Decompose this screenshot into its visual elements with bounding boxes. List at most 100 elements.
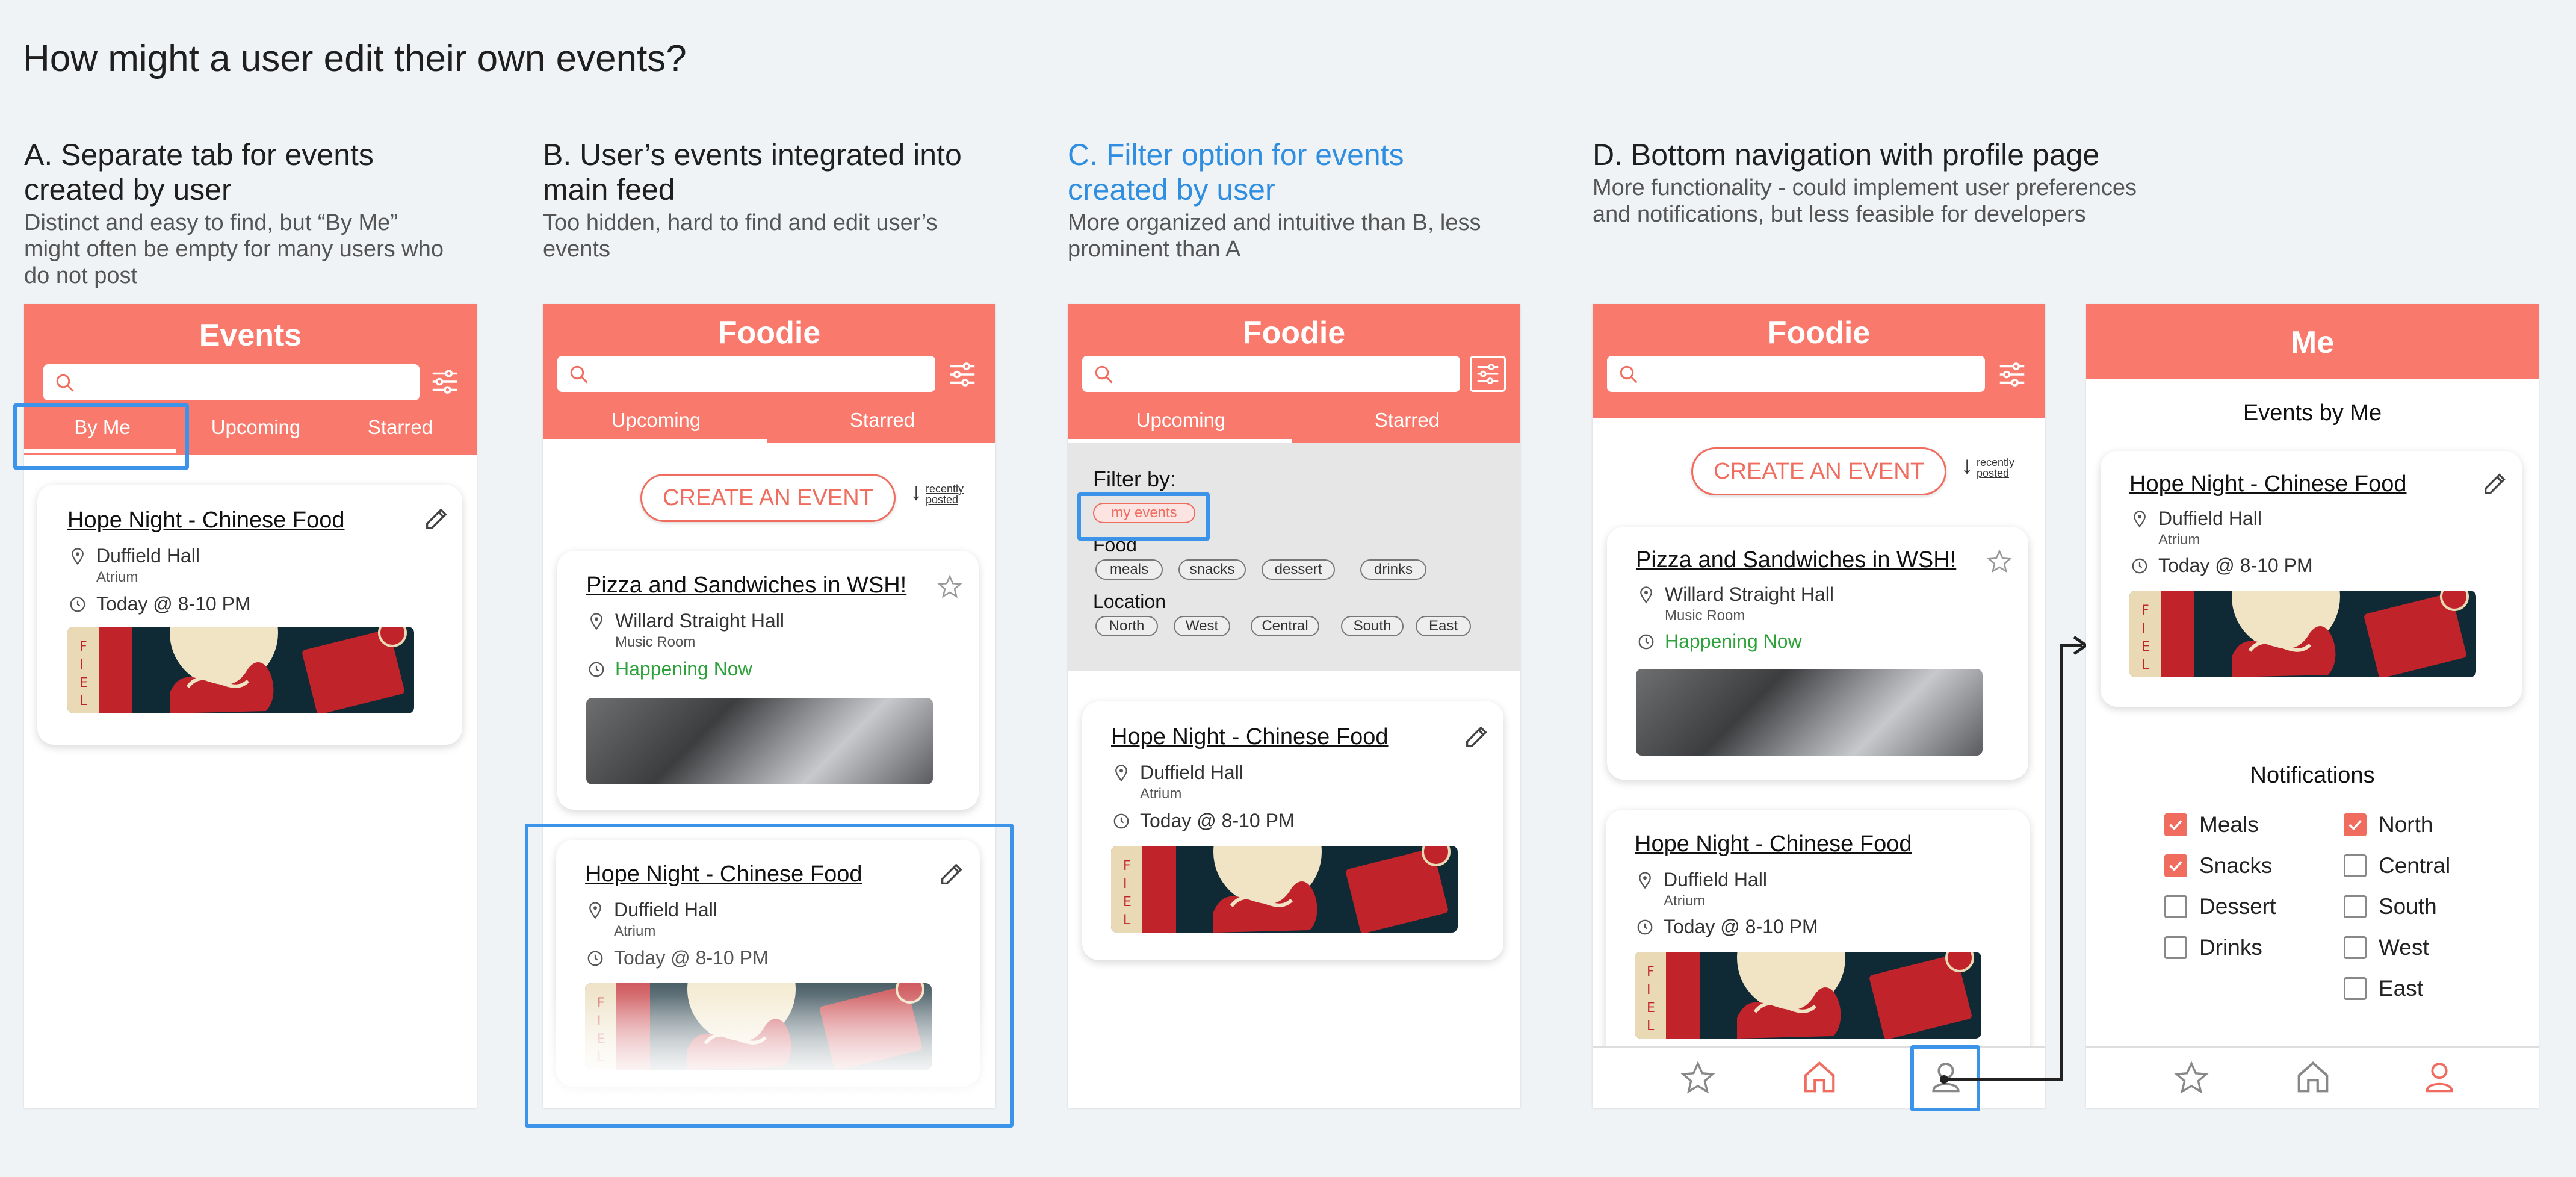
sort-recently[interactable]: recently bbox=[1977, 457, 2014, 468]
event-poster-image bbox=[1111, 846, 1458, 933]
chip-snacks[interactable]: snacks bbox=[1178, 559, 1246, 580]
checkbox-meals[interactable] bbox=[2164, 813, 2187, 836]
clock-icon bbox=[2132, 558, 2147, 574]
event-card[interactable]: Pizza and Sandwiches in WSH! Willard Str… bbox=[557, 551, 979, 810]
bottom-navigation bbox=[2086, 1046, 2539, 1108]
event-room: Atrium bbox=[2158, 532, 2200, 548]
chip-dessert[interactable]: dessert bbox=[1262, 559, 1335, 580]
chip-north[interactable]: North bbox=[1095, 616, 1158, 636]
highlight-integrated-event bbox=[525, 824, 1014, 1128]
star-icon[interactable] bbox=[1986, 548, 2013, 575]
event-card[interactable]: Hope Night - Chinese Food Duffield Hall … bbox=[37, 485, 462, 745]
option-b-title: B. User’s events integrated into main fe… bbox=[543, 138, 962, 207]
event-title[interactable]: Hope Night - Chinese Food bbox=[2129, 471, 2406, 497]
event-time: Today @ 8-10 PM bbox=[2158, 554, 2313, 576]
option-c-desc: More organized and intuitive than B, les… bbox=[1068, 210, 1481, 262]
app-header: Foodie Upcoming Starred bbox=[1068, 304, 1520, 443]
event-location: Willard Straight Hall bbox=[1665, 583, 1834, 605]
check-icon bbox=[2348, 820, 2362, 831]
search-icon bbox=[1620, 365, 1638, 384]
filter-icon[interactable] bbox=[1996, 358, 2028, 391]
event-location: Duffield Hall bbox=[96, 545, 200, 567]
event-room: Music Room bbox=[1665, 607, 1745, 624]
checkbox-label-west: West bbox=[2379, 935, 2429, 960]
filter-icon[interactable] bbox=[429, 365, 461, 398]
event-card[interactable]: Hope Night - Chinese Food Duffield Hall … bbox=[2101, 451, 2522, 707]
checkbox-snacks[interactable] bbox=[2164, 854, 2187, 877]
event-room: Atrium bbox=[1140, 786, 1182, 802]
search-input[interactable] bbox=[1082, 356, 1460, 392]
event-location: Duffield Hall bbox=[1140, 762, 1243, 783]
event-time: Today @ 8-10 PM bbox=[1140, 810, 1295, 831]
chip-meals[interactable]: meals bbox=[1095, 559, 1163, 580]
pencil-icon[interactable] bbox=[2481, 470, 2509, 498]
event-room: Atrium bbox=[1664, 893, 1706, 909]
location-pin-icon bbox=[2134, 511, 2146, 528]
event-title[interactable]: Pizza and Sandwiches in WSH! bbox=[1636, 547, 1956, 573]
tab-upcoming[interactable]: Upcoming bbox=[1068, 409, 1294, 432]
location-pin-icon bbox=[590, 613, 602, 630]
search-input[interactable] bbox=[43, 364, 420, 400]
header-title: Foodie bbox=[717, 315, 821, 350]
tab-starred[interactable]: Starred bbox=[769, 409, 995, 432]
event-title[interactable]: Hope Night - Chinese Food bbox=[1635, 831, 1912, 857]
star-icon[interactable] bbox=[1679, 1060, 1717, 1097]
chip-south[interactable]: South bbox=[1341, 616, 1404, 636]
home-icon[interactable] bbox=[1801, 1058, 1838, 1096]
header-title: Foodie bbox=[1767, 315, 1871, 350]
create-event-button[interactable]: CREATE AN EVENT bbox=[640, 474, 896, 522]
event-title[interactable]: Hope Night - Chinese Food bbox=[67, 508, 344, 533]
filter-button-active[interactable] bbox=[1470, 356, 1506, 392]
star-icon[interactable] bbox=[2173, 1060, 2210, 1097]
checkbox-west[interactable] bbox=[2344, 936, 2367, 959]
create-event-button[interactable]: CREATE AN EVENT bbox=[1691, 447, 1946, 495]
event-card[interactable]: Hope Night - Chinese Food Duffield Hall … bbox=[1082, 701, 1503, 960]
sort-recently[interactable]: recently bbox=[926, 483, 964, 494]
profile-icon[interactable] bbox=[2421, 1058, 2458, 1096]
header-title: Me bbox=[2290, 325, 2335, 360]
tab-starred[interactable]: Starred bbox=[1294, 409, 1520, 432]
filter-panel: Filter by: my events Food meals snacks d… bbox=[1068, 443, 1520, 671]
event-photo bbox=[1636, 669, 1983, 756]
filter-icon[interactable] bbox=[946, 358, 979, 391]
checkbox-dessert[interactable] bbox=[2164, 895, 2187, 918]
tab-upcoming[interactable]: Upcoming bbox=[187, 416, 325, 439]
checkbox-label-meals: Meals bbox=[2199, 812, 2259, 837]
tab-starred[interactable]: Starred bbox=[331, 416, 469, 439]
search-icon bbox=[1095, 365, 1113, 384]
chip-east[interactable]: East bbox=[1416, 616, 1471, 636]
search-input[interactable] bbox=[557, 356, 935, 392]
clock-icon bbox=[1638, 634, 1654, 650]
checkbox-north[interactable] bbox=[2344, 813, 2367, 836]
event-room: Music Room bbox=[615, 634, 696, 650]
checkbox-label-dessert: Dessert bbox=[2199, 894, 2276, 919]
pencil-icon[interactable] bbox=[423, 505, 450, 533]
event-time: Today @ 8-10 PM bbox=[1664, 916, 1818, 937]
pencil-icon[interactable] bbox=[1463, 723, 1490, 751]
option-d-desc: More functionality - could implement use… bbox=[1593, 175, 2137, 227]
checkbox-drinks[interactable] bbox=[2164, 936, 2187, 959]
chip-central[interactable]: Central bbox=[1251, 616, 1319, 636]
option-d-title: D. Bottom navigation with profile page bbox=[1593, 138, 2100, 172]
option-a-desc: Distinct and easy to find, but “By Me” m… bbox=[24, 210, 444, 288]
clock-icon bbox=[1113, 813, 1129, 829]
chip-drinks[interactable]: drinks bbox=[1360, 559, 1426, 580]
event-poster-image bbox=[2129, 591, 2476, 677]
tab-upcoming[interactable]: Upcoming bbox=[543, 409, 769, 432]
checkbox-south[interactable] bbox=[2344, 895, 2367, 918]
event-time: Today @ 8-10 PM bbox=[96, 593, 251, 615]
location-pin-icon bbox=[1115, 765, 1127, 782]
search-input[interactable] bbox=[1607, 356, 1985, 392]
highlight-by-me bbox=[13, 403, 189, 470]
checkbox-central[interactable] bbox=[2344, 854, 2367, 877]
chip-west[interactable]: West bbox=[1174, 616, 1230, 636]
sort-posted[interactable]: posted bbox=[1977, 468, 2009, 479]
sort-posted[interactable]: posted bbox=[926, 494, 958, 505]
checkbox-label-drinks: Drinks bbox=[2199, 935, 2262, 960]
event-title[interactable]: Hope Night - Chinese Food bbox=[1111, 724, 1388, 750]
option-a-title: A. Separate tab for events created by us… bbox=[24, 138, 374, 207]
star-icon[interactable] bbox=[937, 574, 963, 600]
checkbox-east[interactable] bbox=[2344, 977, 2367, 1000]
home-icon[interactable] bbox=[2294, 1058, 2332, 1096]
event-title[interactable]: Pizza and Sandwiches in WSH! bbox=[586, 573, 906, 598]
